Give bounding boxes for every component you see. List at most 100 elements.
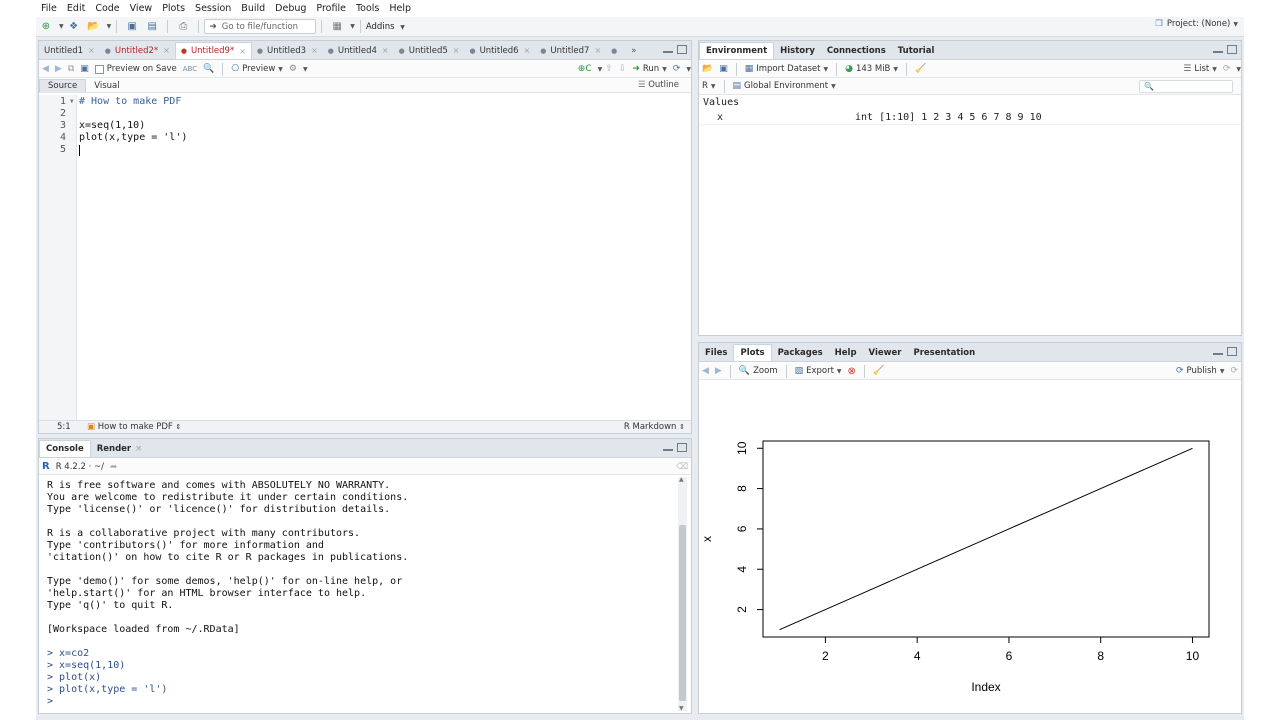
close-icon[interactable]: × — [594, 46, 601, 55]
goto-directory-icon[interactable]: ➦ — [110, 462, 117, 472]
new-file-icon[interactable]: ⊕ — [38, 19, 54, 35]
tab-tutorial[interactable]: Tutorial — [892, 42, 941, 59]
load-workspace-icon[interactable]: 📂 — [702, 64, 713, 74]
preview-caret-icon[interactable]: ▼ — [278, 66, 283, 73]
run-caret-icon[interactable]: ▼ — [662, 66, 667, 73]
tab-help[interactable]: Help — [829, 344, 863, 361]
menu-debug[interactable]: Debug — [270, 3, 311, 14]
clear-console-icon[interactable]: ⌫ — [676, 462, 688, 472]
scroll-thumb[interactable] — [679, 525, 686, 701]
publish-button[interactable]: ⟳ Publish ▼ — [1176, 366, 1224, 376]
menu-plots[interactable]: Plots — [157, 3, 190, 14]
close-icon[interactable]: × — [135, 444, 142, 454]
list-view-menu[interactable]: ☰ List ▼ — [1183, 64, 1217, 74]
environment-row[interactable]: x int [1:10] 1 2 3 4 5 6 7 8 9 10 — [699, 111, 1241, 125]
console-output[interactable]: R is free software and comes with ABSOLU… — [39, 477, 691, 713]
preview-button[interactable]: ⎔ Preview ▼ — [231, 64, 283, 74]
tab-presentation[interactable]: Presentation — [907, 344, 981, 361]
menu-build[interactable]: Build — [236, 3, 270, 14]
tab-overflow-icon[interactable]: » — [626, 42, 641, 59]
file-tab-untitled5[interactable]: ● Untitled5 × — [394, 42, 465, 59]
insert-chunk-icon[interactable]: ⊕C — [578, 64, 592, 74]
project-menu[interactable]: ❒ Project: (None) ▼ — [1155, 19, 1238, 29]
code-editor[interactable]: 1 ▼ 2 3 4 5 # How to make PDF x=seq(1,10… — [39, 95, 691, 420]
file-type-menu[interactable]: R Markdown ⇕ — [624, 422, 685, 432]
minimize-icon[interactable] — [1213, 351, 1223, 355]
minimize-icon[interactable] — [663, 49, 673, 53]
file-tab-more[interactable]: ● — [606, 42, 626, 59]
refresh-caret-icon[interactable]: ▼ — [1236, 66, 1241, 73]
gear-caret-icon[interactable]: ▼ — [303, 66, 308, 73]
tab-files[interactable]: Files — [699, 344, 733, 361]
file-tab-untitled6[interactable]: ● Untitled6 × — [464, 42, 535, 59]
menu-code[interactable]: Code — [90, 3, 124, 14]
zoom-button[interactable]: 🔍 Zoom — [739, 366, 778, 376]
menu-edit[interactable]: Edit — [62, 3, 90, 14]
export-button[interactable]: ▧ Export ▼ — [795, 366, 842, 376]
new-project-icon[interactable]: ❖ — [66, 19, 82, 35]
close-icon[interactable]: × — [311, 46, 318, 55]
fold-arrow-icon[interactable]: ▼ — [70, 98, 74, 105]
close-icon[interactable]: × — [382, 46, 389, 55]
tab-visual[interactable]: Visual — [86, 80, 127, 92]
workspace-panes-icon[interactable]: ▦ — [329, 19, 345, 35]
preview-on-save-checkbox[interactable]: Preview on Save — [94, 64, 177, 74]
chunk-down-icon[interactable]: ⇩ — [619, 64, 627, 74]
menu-session[interactable]: Session — [190, 3, 236, 14]
close-icon[interactable]: × — [163, 46, 170, 55]
menu-file[interactable]: File — [36, 3, 62, 14]
close-icon[interactable]: × — [88, 46, 95, 55]
file-tab-untitled9[interactable]: ● Untitled9* × — [174, 42, 252, 59]
forward-arrow-icon[interactable]: ▶ — [55, 64, 62, 74]
menu-tools[interactable]: Tools — [351, 3, 384, 14]
scroll-down-icon[interactable]: ▼ — [679, 705, 684, 712]
scroll-up-icon[interactable]: ▲ — [679, 476, 684, 483]
save-all-icon[interactable]: ▤ — [144, 19, 160, 35]
tab-history[interactable]: History — [774, 42, 821, 59]
tab-packages[interactable]: Packages — [772, 344, 829, 361]
tab-viewer[interactable]: Viewer — [863, 344, 908, 361]
run-button[interactable]: ➜ Run ▼ — [632, 64, 666, 74]
menu-profile[interactable]: Profile — [311, 3, 351, 14]
print-icon[interactable]: ⎙ — [175, 19, 191, 35]
next-plot-icon[interactable]: ▶ — [715, 366, 722, 376]
menu-help[interactable]: Help — [384, 3, 416, 14]
environment-search-input[interactable]: 🔍 — [1139, 80, 1233, 93]
go-to-file-input[interactable]: ➜ Go to file/function — [204, 19, 317, 34]
new-file-caret-icon[interactable]: ▼ — [59, 23, 64, 30]
rerun-caret-icon[interactable]: ▼ — [686, 66, 691, 73]
save-icon[interactable]: ▣ — [80, 64, 89, 74]
open-file-icon[interactable]: 📂 — [86, 19, 102, 35]
chunk-up-icon[interactable]: ⇧ — [605, 64, 613, 74]
show-in-window-icon[interactable]: ⧉ — [68, 64, 74, 74]
environment-scope-menu[interactable]: ▤ Global Environment ▼ — [733, 81, 836, 91]
file-tab-untitled7[interactable]: ● Untitled7 × — [535, 42, 606, 59]
save-workspace-icon[interactable]: ▣ — [719, 64, 728, 74]
spellcheck-icon[interactable]: ABC — [183, 65, 197, 73]
insert-chunk-caret-icon[interactable]: ▼ — [598, 66, 603, 73]
maximize-icon[interactable] — [1227, 45, 1237, 54]
broom-icon[interactable]: 🧹 — [873, 366, 884, 376]
console-scrollbar[interactable]: ▲ ▼ — [678, 476, 687, 712]
minimize-icon[interactable] — [1213, 49, 1223, 53]
close-icon[interactable]: × — [453, 46, 460, 55]
outline-button[interactable]: ☰ Outline — [638, 80, 679, 90]
file-tab-untitled1[interactable]: Untitled1 × — [39, 42, 100, 59]
rerun-icon[interactable]: ⟳ — [673, 64, 681, 74]
workspace-panes-caret-icon[interactable]: ▼ — [350, 23, 355, 30]
tab-console[interactable]: Console — [39, 440, 91, 457]
close-icon[interactable]: × — [239, 47, 246, 56]
close-icon[interactable]: × — [524, 46, 531, 55]
maximize-icon[interactable] — [677, 45, 687, 54]
maximize-icon[interactable] — [1227, 347, 1237, 356]
save-icon[interactable]: ▣ — [124, 19, 140, 35]
back-arrow-icon[interactable]: ◀ — [42, 64, 49, 74]
language-menu[interactable]: R ▼ — [702, 81, 716, 91]
open-file-caret-icon[interactable]: ▼ — [107, 23, 112, 30]
section-navigator[interactable]: ▣ How to make PDF ⇕ — [87, 422, 181, 432]
tab-plots[interactable]: Plots — [733, 344, 772, 361]
file-tab-untitled2[interactable]: ● Untitled2* × — [100, 42, 175, 59]
minimize-icon[interactable] — [663, 447, 673, 451]
file-tab-untitled4[interactable]: ● Untitled4 × — [323, 42, 394, 59]
refresh-icon[interactable]: ⟳ — [1230, 366, 1238, 376]
